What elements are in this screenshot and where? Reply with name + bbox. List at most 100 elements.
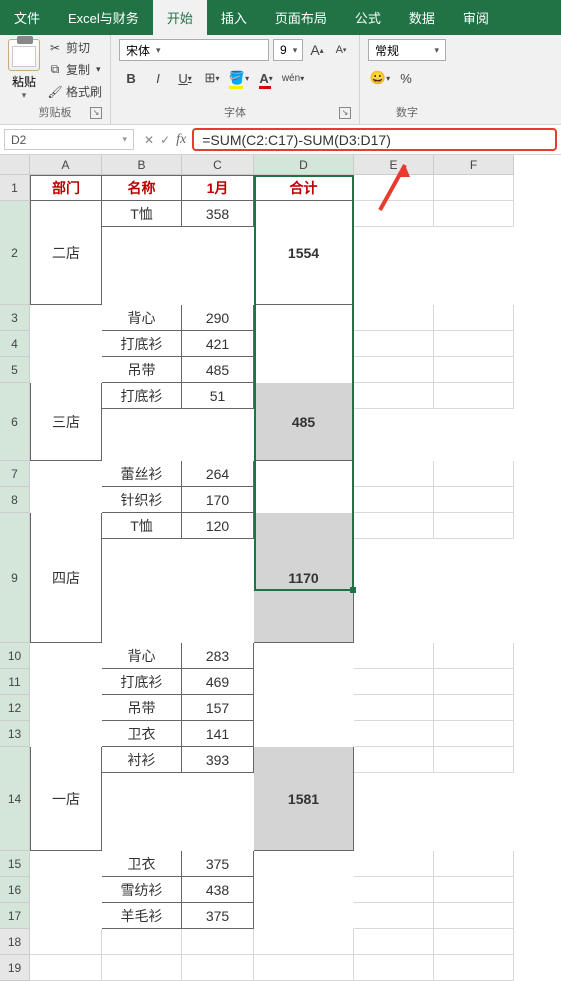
underline-button[interactable]: U▾ [173, 67, 197, 89]
cell[interactable]: 部门 [30, 175, 102, 201]
row-header[interactable]: 12 [0, 695, 30, 721]
tab-file[interactable]: 文件 [0, 0, 54, 35]
select-all-corner[interactable] [0, 155, 30, 175]
col-header-c[interactable]: C [182, 155, 254, 175]
cell[interactable]: 打底衫 [102, 331, 182, 357]
cell[interactable]: 衬衫 [102, 747, 182, 773]
cell[interactable] [354, 903, 434, 929]
cell[interactable] [354, 383, 434, 409]
tab-insert[interactable]: 插入 [207, 0, 261, 35]
pinyin-button[interactable]: wén▾ [281, 67, 305, 89]
increase-font-icon[interactable]: A▴ [307, 40, 327, 60]
cell[interactable]: 卫衣 [102, 851, 182, 877]
font-color-button[interactable]: A▾ [254, 67, 278, 89]
cell[interactable]: T恤 [102, 513, 182, 539]
cell[interactable] [434, 175, 514, 201]
cell[interactable] [434, 851, 514, 877]
cell[interactable]: 469 [182, 669, 254, 695]
name-box[interactable]: D2▾ [4, 129, 134, 150]
row-header[interactable]: 14 [0, 747, 30, 851]
cell[interactable] [434, 201, 514, 227]
font-size-select[interactable]: 9▾ [273, 39, 303, 61]
row-header[interactable]: 13 [0, 721, 30, 747]
row-header[interactable]: 18 [0, 929, 30, 955]
percent-button[interactable]: % [394, 67, 418, 89]
cell[interactable]: 375 [182, 903, 254, 929]
cell[interactable]: 羊毛衫 [102, 903, 182, 929]
tab-review[interactable]: 审阅 [449, 0, 503, 35]
font-name-select[interactable]: 宋体▾ [119, 39, 269, 61]
cell[interactable] [354, 305, 434, 331]
cell[interactable] [354, 461, 434, 487]
cell[interactable] [354, 851, 434, 877]
bold-button[interactable]: B [119, 67, 143, 89]
cell[interactable] [434, 955, 514, 981]
copy-button[interactable]: ⧉ 复制▾ [48, 61, 102, 78]
accept-formula-icon[interactable]: ✓ [160, 133, 170, 147]
cell[interactable]: 485 [182, 357, 254, 383]
col-header-a[interactable]: A [30, 155, 102, 175]
cell[interactable]: 120 [182, 513, 254, 539]
cell[interactable]: T恤 [102, 201, 182, 227]
cell[interactable]: 吊带 [102, 357, 182, 383]
row-header[interactable]: 19 [0, 955, 30, 981]
cell[interactable]: 421 [182, 331, 254, 357]
row-header[interactable]: 11 [0, 669, 30, 695]
tab-start[interactable]: 开始 [153, 0, 207, 35]
row-header[interactable]: 2 [0, 201, 30, 305]
cell[interactable]: 290 [182, 305, 254, 331]
format-painter-button[interactable]: 🖌 格式刷 [48, 83, 102, 100]
cell[interactable] [434, 643, 514, 669]
row-header[interactable]: 1 [0, 175, 30, 201]
cell[interactable] [434, 305, 514, 331]
paste-icon[interactable] [8, 39, 40, 71]
cell[interactable]: 358 [182, 201, 254, 227]
cell[interactable]: 170 [182, 487, 254, 513]
row-header[interactable]: 6 [0, 383, 30, 461]
cell[interactable] [182, 929, 254, 955]
col-header-f[interactable]: F [434, 155, 514, 175]
cell[interactable] [434, 487, 514, 513]
row-header[interactable]: 8 [0, 487, 30, 513]
row-header[interactable]: 7 [0, 461, 30, 487]
cell[interactable] [30, 929, 102, 955]
row-header[interactable]: 16 [0, 877, 30, 903]
cell[interactable] [434, 747, 514, 773]
cut-button[interactable]: ✂ 剪切 [48, 39, 102, 56]
italic-button[interactable]: I [146, 67, 170, 89]
cell[interactable] [182, 955, 254, 981]
col-header-e[interactable]: E [354, 155, 434, 175]
cell[interactable] [434, 695, 514, 721]
cell[interactable] [254, 929, 354, 955]
cell[interactable] [434, 331, 514, 357]
row-header[interactable]: 5 [0, 357, 30, 383]
cell[interactable]: 393 [182, 747, 254, 773]
cell[interactable] [434, 461, 514, 487]
cell[interactable] [434, 513, 514, 539]
cell[interactable]: 卫衣 [102, 721, 182, 747]
cell[interactable] [434, 721, 514, 747]
cell[interactable]: 一店 [30, 747, 102, 851]
row-header[interactable]: 17 [0, 903, 30, 929]
cell[interactable]: 二店 [30, 201, 102, 305]
cell[interactable]: 1170 [254, 513, 354, 643]
cell[interactable] [354, 175, 434, 201]
cell[interactable] [434, 357, 514, 383]
paste-label[interactable]: 粘贴 [12, 73, 36, 90]
spreadsheet-grid[interactable]: A B C D E F 1部门名称1月合计2二店T恤35815543背心2904… [0, 155, 561, 981]
cell[interactable] [434, 383, 514, 409]
number-format-select[interactable]: 常规▾ [368, 39, 446, 61]
cell[interactable] [354, 487, 434, 513]
cell[interactable] [354, 955, 434, 981]
cell[interactable] [354, 929, 434, 955]
cell[interactable] [434, 903, 514, 929]
selection-handle[interactable] [350, 587, 356, 593]
cell[interactable]: 背心 [102, 305, 182, 331]
cell[interactable]: 打底衫 [102, 669, 182, 695]
cell[interactable]: 438 [182, 877, 254, 903]
cell[interactable]: 蕾丝衫 [102, 461, 182, 487]
col-header-b[interactable]: B [102, 155, 182, 175]
clipboard-launcher[interactable]: ↘ [90, 107, 102, 119]
font-launcher[interactable]: ↘ [339, 107, 351, 119]
cell[interactable] [354, 747, 434, 773]
